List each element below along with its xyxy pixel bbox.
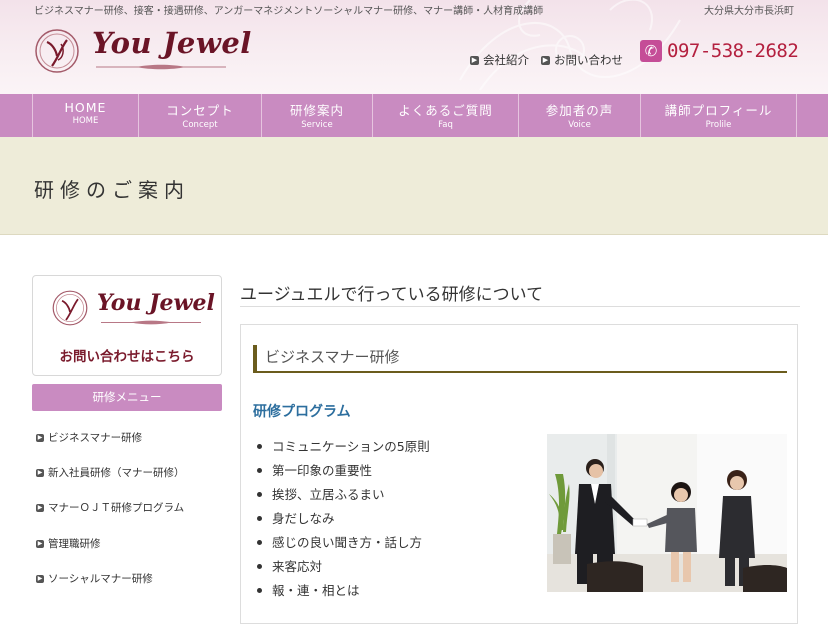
address-text: 大分県大分市長浜町 xyxy=(704,6,794,17)
arrow-right-icon: ▶ xyxy=(36,574,44,583)
nav-divider xyxy=(796,94,797,137)
arrow-right-icon: ▶ xyxy=(36,503,44,512)
sidebar-item-social-manner[interactable]: ▶ ソーシャルマナー研修 xyxy=(36,571,153,586)
nav-voice[interactable]: 参加者の声 Voice xyxy=(518,94,640,137)
sidebar-menu-heading: 研修メニュー xyxy=(32,384,222,411)
global-nav: HOME HOME コンセプト Concept 研修案内 Service よくあるご質… xyxy=(0,94,828,137)
header-links: ▶ 会社紹介 ▶ お問い合わせ xyxy=(470,52,623,68)
contact-link[interactable]: ▶ お問い合わせ xyxy=(541,52,623,68)
nav-profile[interactable]: 講師プロフィール Prolile xyxy=(640,94,796,137)
sidebar-item-management[interactable]: ▶ 管理職研修 xyxy=(36,536,101,551)
list-item: 第一印象の重要性 xyxy=(257,462,430,486)
list-item: 報・連・相とは xyxy=(257,582,430,606)
phone-contact[interactable]: ✆ 097-538-2682 xyxy=(640,40,799,62)
sidebar-contact-banner[interactable]: You Jewel お問い合わせはこちら xyxy=(32,275,222,376)
list-item: 身だしなみ xyxy=(257,510,430,534)
phone-icon: ✆ xyxy=(640,40,662,62)
sidebar-logo-text: You Jewel xyxy=(97,290,215,316)
list-item: 感じの良い聞き方・話し方 xyxy=(257,534,430,558)
section-title: ビジネスマナー研修 xyxy=(253,345,787,373)
arrow-right-icon: ▶ xyxy=(36,468,44,477)
nav-concept[interactable]: コンセプト Concept xyxy=(138,94,261,137)
page-title: 研修のご案内 xyxy=(34,178,190,202)
business-meeting-photo xyxy=(547,434,787,592)
arrow-right-icon: ▶ xyxy=(36,539,44,548)
logo-ornament xyxy=(101,320,201,325)
list-item: 挨拶、立居ふるまい xyxy=(257,486,430,510)
heading-divider xyxy=(240,306,800,307)
logo-ornament xyxy=(96,64,226,70)
company-link[interactable]: ▶ 会社紹介 xyxy=(470,52,529,68)
site-logo[interactable]: You Jewel xyxy=(92,26,252,60)
logo-emblem-icon xyxy=(52,290,88,326)
logo-emblem-icon[interactable] xyxy=(34,26,80,76)
phone-number: 097-538-2682 xyxy=(667,40,799,62)
list-item: 来客応対 xyxy=(257,558,430,582)
nav-faq[interactable]: よくあるご質問 Faq xyxy=(372,94,518,137)
contact-cta-label: お問い合わせはこちら xyxy=(59,349,195,365)
list-item: コミュニケーションの5原則 xyxy=(257,438,430,462)
page-title-band: 研修のご案内 xyxy=(0,137,828,235)
sidebar-item-manner-ojt[interactable]: ▶ マナーＯＪＴ研修プログラム xyxy=(36,500,184,515)
nav-service[interactable]: 研修案内 Service xyxy=(261,94,372,137)
program-list: コミュニケーションの5原則 第一印象の重要性 挨拶、立居ふるまい 身だしなみ 感… xyxy=(257,438,430,606)
site-header: ビジネスマナー研修、接客・接遇研修、アンガーマネジメントソーシャルマナー研修、マ… xyxy=(0,0,828,94)
program-title: 研修プログラム xyxy=(253,404,351,420)
sidebar-item-business-manner[interactable]: ▶ ビジネスマナー研修 xyxy=(36,430,142,445)
sidebar-item-new-employee[interactable]: ▶ 新入社員研修（マナー研修） xyxy=(36,465,185,480)
arrow-right-icon: ▶ xyxy=(470,55,479,65)
main-heading: ユージュエルで行っている研修について xyxy=(240,285,544,305)
site-tagline: ビジネスマナー研修、接客・接遇研修、アンガーマネジメントソーシャルマナー研修、マ… xyxy=(34,6,544,17)
nav-home[interactable]: HOME HOME xyxy=(32,94,138,137)
arrow-right-icon: ▶ xyxy=(541,55,550,65)
arrow-right-icon: ▶ xyxy=(36,433,44,442)
